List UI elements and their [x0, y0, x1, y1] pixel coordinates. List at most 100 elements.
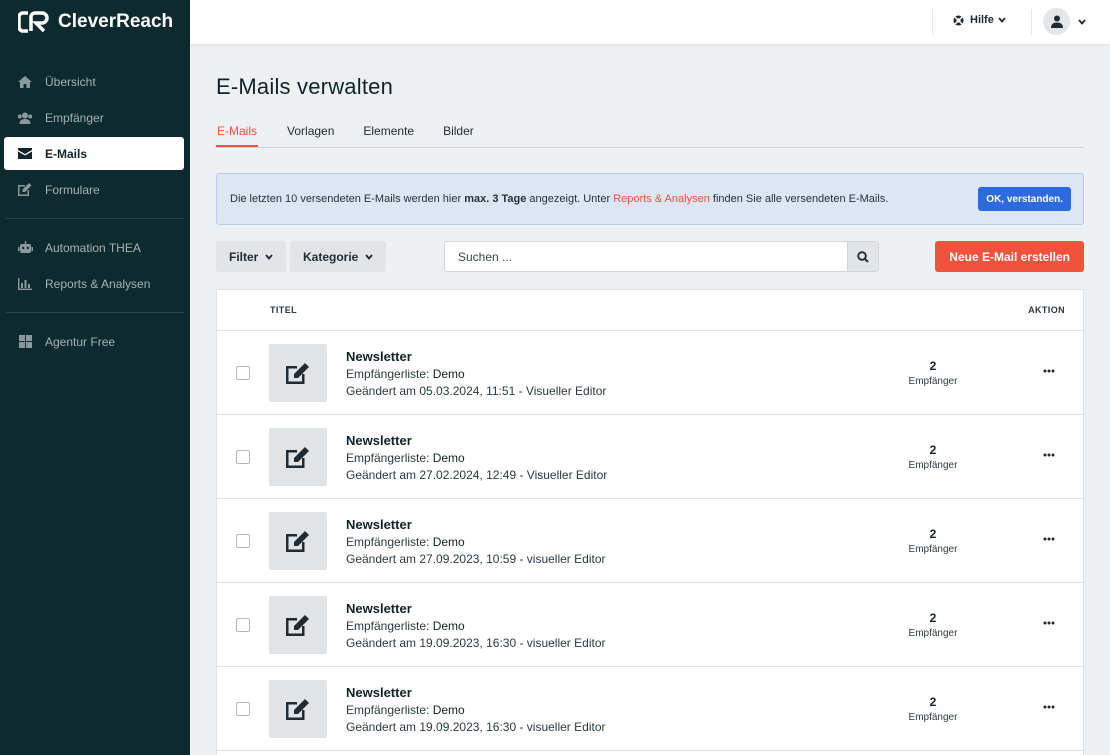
email-title[interactable]: Newsletter	[346, 433, 412, 448]
more-actions-button[interactable]	[1039, 617, 1059, 629]
changed-info: Geändert am 27.09.2023, 10:59 - visuelle…	[346, 552, 606, 566]
row-checkbox[interactable]	[236, 450, 250, 464]
email-title[interactable]: Newsletter	[346, 349, 412, 364]
header-divider	[932, 9, 933, 35]
search-input[interactable]	[444, 241, 848, 272]
home-icon	[17, 74, 33, 90]
email-title[interactable]: Newsletter	[346, 517, 412, 532]
help-label: Hilfe	[970, 14, 994, 26]
sidebar-item-label: Übersicht	[45, 74, 96, 89]
recipient-list-name: Demo	[432, 703, 465, 717]
email-thumbnail[interactable]	[269, 428, 327, 486]
sidebar-item-empfaenger[interactable]: Empfänger	[0, 101, 184, 134]
dismiss-notice-button[interactable]: OK, verstanden.	[978, 187, 1071, 211]
edit-icon	[286, 615, 309, 636]
table-row[interactable]: Newsletter Empfängerliste: Demo Geändert…	[217, 667, 1083, 751]
notice-text-part: angezeigt. Unter	[526, 193, 614, 205]
recipient-list-name: Demo	[432, 367, 465, 381]
recipient-list-label: Empfängerliste:	[346, 619, 430, 633]
email-thumbnail[interactable]	[269, 512, 327, 570]
email-title[interactable]: Newsletter	[346, 601, 412, 616]
email-thumbnail[interactable]	[269, 344, 327, 402]
avatar	[1043, 8, 1070, 35]
recipient-list-label: Empfängerliste:	[346, 367, 430, 381]
recipient-count: 2	[929, 695, 937, 709]
sidebar-nav: Übersicht Empfänger E-Mails Formulare Au…	[0, 44, 190, 358]
row-checkbox[interactable]	[236, 702, 250, 716]
ellipsis-icon	[1043, 537, 1055, 541]
sidebar-divider	[6, 312, 184, 313]
recipient-list: Empfängerliste: Demo	[346, 703, 465, 717]
table-row[interactable]: Newsletter Empfängerliste: Demo Geändert…	[217, 331, 1083, 415]
tab-bilder[interactable]: Bilder	[443, 124, 474, 147]
edit-form-icon	[17, 182, 33, 198]
help-menu[interactable]: Hilfe	[953, 14, 1006, 26]
brand-logo[interactable]: CleverReach	[0, 0, 190, 44]
more-actions-button[interactable]	[1039, 449, 1059, 461]
row-checkbox[interactable]	[236, 366, 250, 380]
sidebar-item-emails[interactable]: E-Mails	[4, 137, 184, 170]
chevron-down-icon	[1078, 18, 1086, 25]
sidebar-item-label: Formulare	[45, 182, 100, 197]
recipient-count-label: Empfänger	[908, 460, 958, 471]
more-actions-button[interactable]	[1039, 533, 1059, 545]
info-notice: Die letzten 10 versendeten E-Mails werde…	[216, 173, 1084, 225]
chevron-down-icon	[265, 253, 274, 260]
recipient-count-label: Empfänger	[908, 544, 958, 555]
filter-label: Filter	[229, 249, 259, 264]
changed-info: Geändert am 19.09.2023, 16:30 - visuelle…	[346, 636, 606, 650]
page-title: E-Mails verwalten	[216, 74, 394, 99]
tab-bar: E-Mails Vorlagen Elemente Bilder	[216, 124, 1084, 148]
table-row[interactable]: Newsletter Empfängerliste: Demo Geändert…	[217, 415, 1083, 499]
table-row[interactable]: Newsletter Empfängerliste: Demo Geändert…	[217, 499, 1083, 583]
recipient-list: Empfängerliste: Demo	[346, 535, 465, 549]
recipient-list: Empfängerliste: Demo	[346, 367, 465, 381]
recipient-list-label: Empfängerliste:	[346, 451, 430, 465]
recipient-list-label: Empfängerliste:	[346, 703, 430, 717]
grid-icon	[17, 334, 33, 350]
edit-icon	[286, 363, 309, 384]
edit-icon	[286, 699, 309, 720]
recipient-count-label: Empfänger	[908, 712, 958, 723]
reports-link[interactable]: Reports & Analysen	[613, 193, 710, 205]
brand-name: CleverReach	[58, 11, 174, 32]
ellipsis-icon	[1043, 369, 1055, 373]
user-icon	[1050, 15, 1063, 28]
sidebar: CleverReach Übersicht Empfänger E-Mails …	[0, 0, 190, 755]
edit-icon	[286, 531, 309, 552]
notice-text-part: Die letzten 10 versendeten E-Mails werde…	[230, 193, 465, 205]
users-icon	[17, 110, 33, 126]
tab-emails[interactable]: E-Mails	[216, 124, 259, 147]
new-email-button[interactable]: Neue E-Mail erstellen	[935, 241, 1084, 272]
sidebar-item-uebersicht[interactable]: Übersicht	[0, 65, 184, 98]
sidebar-item-label: Agentur Free	[45, 334, 116, 349]
sidebar-item-reports[interactable]: Reports & Analysen	[0, 267, 184, 300]
tab-vorlagen[interactable]: Vorlagen	[287, 124, 334, 147]
notice-text: Die letzten 10 versendeten E-Mails werde…	[230, 193, 888, 205]
cleverreach-logo-icon	[18, 11, 52, 33]
email-thumbnail[interactable]	[269, 680, 327, 738]
user-menu[interactable]	[1043, 8, 1086, 35]
row-checkbox[interactable]	[236, 618, 250, 632]
sidebar-divider	[6, 218, 184, 219]
email-title[interactable]: Newsletter	[346, 685, 412, 700]
table-row[interactable]: Newsletter Empfängerliste: Demo Geändert…	[217, 583, 1083, 667]
column-action: AKTION	[1028, 305, 1065, 315]
more-actions-button[interactable]	[1039, 365, 1059, 377]
more-actions-button[interactable]	[1039, 701, 1059, 713]
sidebar-item-label: Automation THEA	[45, 240, 141, 255]
category-dropdown[interactable]: Kategorie	[290, 241, 387, 272]
sidebar-item-agentur-free[interactable]: Agentur Free	[0, 325, 184, 358]
sidebar-item-automation-thea[interactable]: Automation THEA	[0, 231, 184, 264]
filter-dropdown[interactable]: Filter	[216, 241, 287, 272]
row-checkbox[interactable]	[236, 534, 250, 548]
chevron-down-icon	[365, 253, 374, 260]
email-thumbnail[interactable]	[269, 596, 327, 654]
recipient-list-name: Demo	[432, 619, 465, 633]
tab-elemente[interactable]: Elemente	[363, 124, 414, 147]
sidebar-item-formulare[interactable]: Formulare	[0, 173, 184, 206]
lifebuoy-icon	[953, 14, 964, 26]
envelope-icon	[17, 146, 33, 162]
email-table: TITEL AKTION Newsletter Empfängerliste: …	[216, 289, 1084, 755]
search-button[interactable]	[847, 241, 879, 272]
